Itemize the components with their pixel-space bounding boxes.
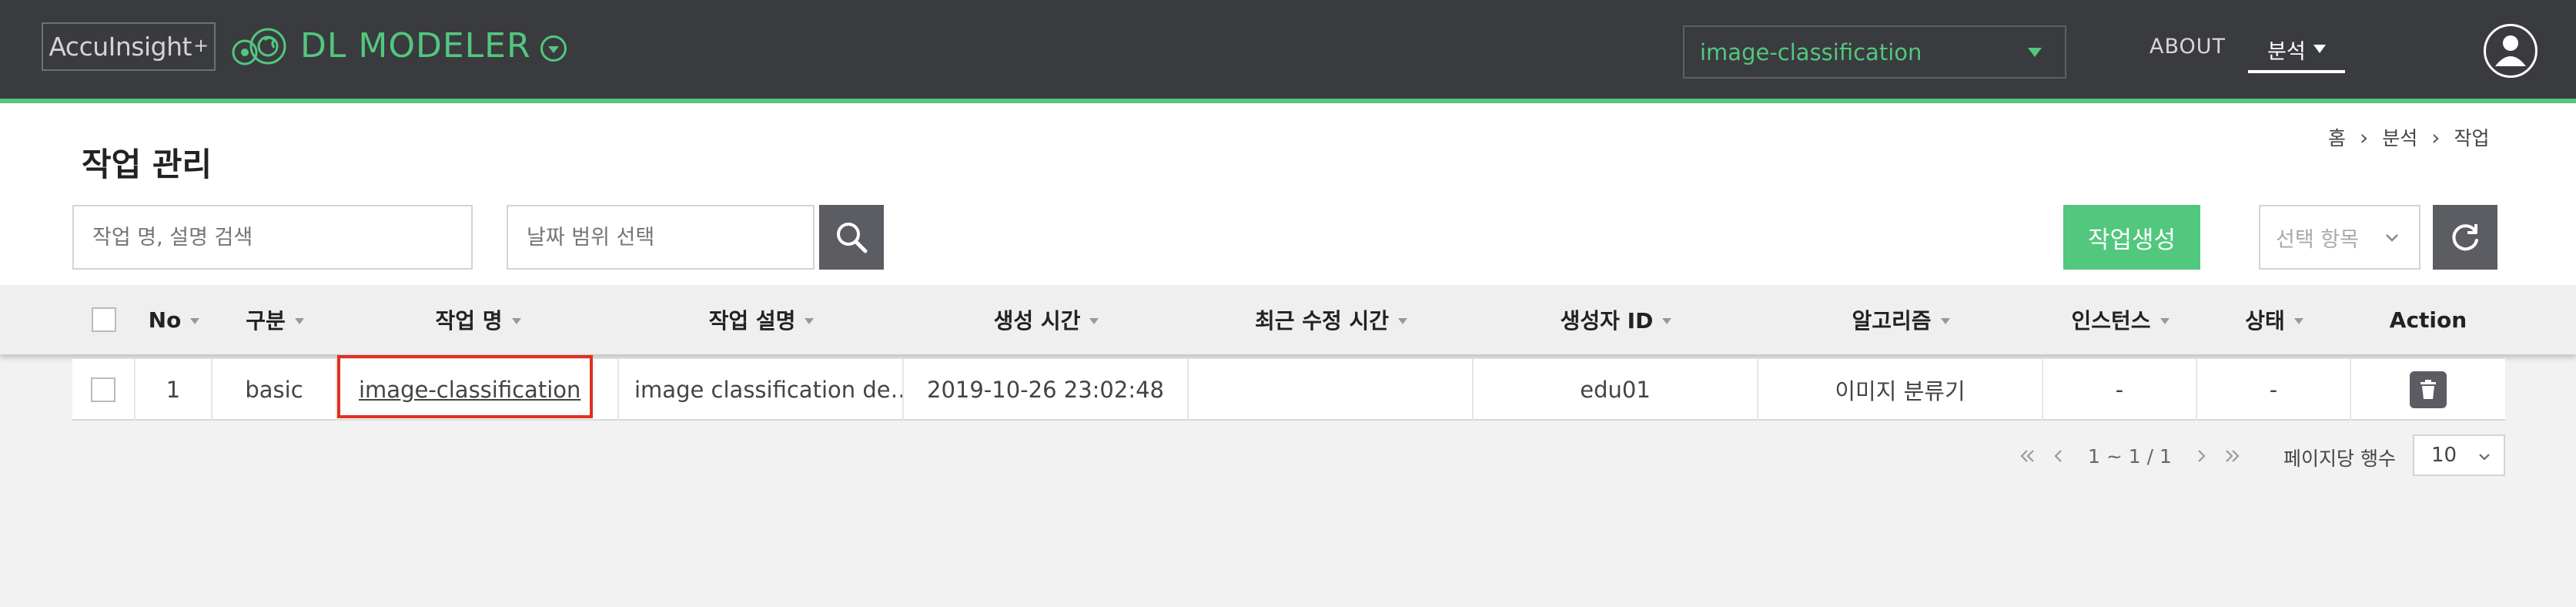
next-page-icon[interactable]: [2186, 448, 2216, 464]
cell-description: image classification de…: [619, 359, 904, 421]
trash-icon: [2420, 380, 2436, 399]
search-icon: [837, 223, 868, 253]
column-header-action: Action: [2389, 307, 2467, 333]
column-header-algorithm[interactable]: 알고리즘: [1758, 285, 2043, 354]
last-page-icon[interactable]: [2216, 448, 2247, 464]
sort-icon: [511, 318, 521, 324]
sort-icon: [1089, 318, 1099, 324]
nav-analysis[interactable]: 분석: [2248, 29, 2345, 73]
cell-type: basic: [212, 359, 337, 421]
app-root: AccuInsight + DL MODELER image-classifica…: [0, 0, 2576, 607]
header-select-all: [72, 285, 135, 354]
cell-modified: [1189, 359, 1474, 421]
product-name: DL MODELER: [300, 26, 531, 65]
breadcrumb-home[interactable]: 홈: [2328, 123, 2346, 151]
breadcrumb-analysis[interactable]: 분석: [2382, 123, 2417, 151]
refresh-icon: [2452, 224, 2478, 251]
chevron-right-icon: ›: [2360, 124, 2369, 150]
sort-icon: [294, 318, 304, 324]
first-page-icon[interactable]: [2012, 448, 2043, 464]
brand-name: AccuInsight: [49, 32, 192, 62]
refresh-button[interactable]: [2433, 205, 2497, 270]
project-select-value: image-classification: [1700, 39, 1922, 65]
page-range: 1 ~ 1 / 1: [2088, 444, 2172, 468]
accuinsight-logo[interactable]: AccuInsight +: [42, 22, 216, 71]
sort-icon: [1662, 318, 1672, 324]
sort-icon: [2293, 318, 2303, 324]
column-header-no[interactable]: No: [135, 285, 212, 354]
column-header-instance[interactable]: 인스턴스: [2043, 285, 2197, 354]
breadcrumb-current: 작업: [2454, 127, 2490, 149]
project-select[interactable]: image-classification: [1683, 25, 2066, 79]
sort-icon: [1398, 318, 1408, 324]
dl-modeler-logo-icon: [232, 28, 286, 65]
chevron-down-icon: [548, 46, 559, 53]
rows-per-page-select[interactable]: 10: [2413, 434, 2505, 476]
caret-down-icon: [2313, 45, 2326, 53]
top-navbar: AccuInsight + DL MODELER image-classifica…: [0, 0, 2576, 99]
caret-down-icon: [2028, 48, 2042, 57]
row-checkbox[interactable]: [91, 377, 115, 402]
sort-icon: [190, 318, 200, 324]
column-header-type[interactable]: 구분: [212, 285, 337, 354]
user-icon: [2495, 35, 2526, 66]
chevron-down-icon: [2479, 454, 2490, 461]
column-header-description[interactable]: 작업 설명: [619, 285, 904, 354]
cell-status: -: [2197, 359, 2351, 421]
pagination: 1 ~ 1 / 1: [2012, 434, 2247, 478]
select-items-placeholder: 선택 항목: [2276, 227, 2359, 252]
create-job-button[interactable]: 작업생성: [2063, 205, 2200, 270]
column-header-created[interactable]: 생성 시간: [904, 285, 1189, 354]
date-range-input[interactable]: [507, 205, 815, 270]
selection-highlight: [337, 355, 593, 418]
cell-instance: -: [2043, 359, 2197, 421]
cell-creator: edu01: [1474, 359, 1758, 421]
column-header-name[interactable]: 작업 명: [337, 285, 619, 354]
nav-about[interactable]: ABOUT: [2149, 35, 2226, 59]
cell-algorithm: 이미지 분류기: [1758, 359, 2043, 421]
column-header-modified[interactable]: 최근 수정 시간: [1189, 285, 1474, 354]
nav-analysis-label: 분석: [2267, 40, 2306, 64]
user-avatar-button[interactable]: [2484, 24, 2538, 78]
sort-icon: [805, 318, 815, 324]
select-all-checkbox[interactable]: [92, 307, 116, 332]
sort-icon: [1940, 318, 1950, 324]
prev-page-icon[interactable]: [2043, 448, 2074, 464]
delete-button[interactable]: [2410, 371, 2447, 408]
select-items-dropdown[interactable]: 선택 항목: [2259, 205, 2420, 270]
row-select-cell: [72, 359, 135, 421]
sort-icon: [2159, 318, 2170, 324]
column-header-creator[interactable]: 생성자 ID: [1474, 285, 1758, 354]
table-header: No 구분 작업 명 작업 설명 생성 시간 최근 수정 시간 생성자 ID 알…: [0, 285, 2576, 354]
rows-per-page-label: 페이지당 행수: [2283, 448, 2396, 470]
brand-plus: +: [192, 34, 209, 56]
page-title: 작업 관리: [82, 146, 212, 183]
cell-created: 2019-10-26 23:02:48: [904, 359, 1189, 421]
product-menu-toggle[interactable]: [540, 35, 567, 62]
chevron-down-icon: [2386, 234, 2398, 242]
search-input[interactable]: [72, 205, 473, 270]
cell-action: [2351, 359, 2505, 421]
search-button[interactable]: [819, 205, 884, 270]
column-header-status[interactable]: 상태: [2197, 285, 2351, 354]
cell-no: 1: [135, 359, 212, 421]
chevron-right-icon: ›: [2431, 124, 2441, 150]
rows-per-page-value: 10: [2431, 444, 2457, 467]
breadcrumb: 홈 › 분석 › 작업: [2328, 123, 2489, 151]
